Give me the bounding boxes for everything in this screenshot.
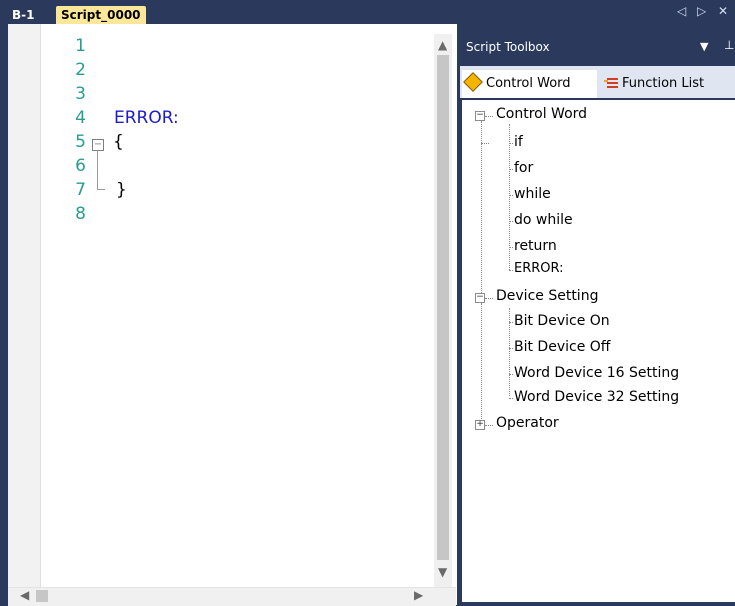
tree-connector — [485, 116, 493, 117]
toolbox-tree: − Control Word if for while do while ret… — [462, 100, 735, 602]
tree-node-word-device-16[interactable]: Word Device 16 Setting — [514, 365, 679, 381]
line-number: 3 — [75, 84, 86, 104]
line-number: 5 — [75, 132, 86, 152]
scroll-up-arrow-icon[interactable]: ▲ — [438, 38, 447, 52]
panel-title: Script Toolbox — [466, 40, 550, 54]
scroll-down-arrow-icon[interactable]: ▼ — [438, 565, 447, 579]
tree-node-return[interactable]: return — [514, 238, 557, 254]
tree-connector — [509, 348, 513, 349]
editor-gutter — [8, 24, 41, 587]
line-number: 2 — [75, 60, 86, 80]
fold-collapse-icon[interactable]: − — [92, 139, 104, 151]
editor-horizontal-scrollbar[interactable] — [8, 587, 456, 606]
tree-node-control-word[interactable]: Control Word — [496, 106, 587, 122]
error-label: ERROR: — [114, 108, 179, 128]
fold-guide-line — [97, 151, 98, 189]
tree-connector — [481, 303, 482, 423]
scroll-tabs-left-icon[interactable]: ◁ — [677, 4, 686, 18]
tab-function-list[interactable]: Function List — [602, 72, 734, 98]
tab-script-0000[interactable]: Script_0000 — [56, 6, 146, 24]
tree-node-do-while[interactable]: do while — [514, 212, 573, 228]
tree-connector — [509, 143, 513, 144]
function-list-icon — [604, 78, 618, 88]
tab-control-word-label: Control Word — [486, 76, 571, 91]
tree-node-bit-device-off[interactable]: Bit Device Off — [514, 339, 610, 355]
tree-connector — [509, 124, 510, 270]
tab-b1[interactable]: B-1 — [12, 6, 34, 24]
line-number: 6 — [75, 156, 86, 176]
tab-function-list-label: Function List — [622, 76, 705, 91]
tree-node-word-device-32[interactable]: Word Device 32 Setting — [514, 389, 679, 405]
collapse-device-setting-icon[interactable]: − — [475, 293, 485, 303]
tree-connector — [509, 221, 513, 222]
close-tab-icon[interactable]: ✕ — [718, 4, 728, 18]
tree-node-if[interactable]: if — [514, 134, 523, 150]
tree-connector — [509, 398, 513, 399]
tree-connector — [509, 169, 513, 170]
tree-connector — [509, 270, 513, 271]
pin-icon[interactable]: ⊥ — [724, 38, 734, 52]
scroll-right-arrow-icon[interactable]: ▶ — [414, 588, 423, 602]
line-number: 1 — [75, 36, 86, 56]
horizontal-scroll-thumb[interactable] — [36, 590, 48, 602]
tree-node-for[interactable]: for — [514, 160, 533, 176]
tree-connector — [481, 121, 482, 293]
line-number: 4 — [75, 108, 86, 128]
tree-node-while[interactable]: while — [514, 186, 551, 202]
fold-guide-end — [97, 189, 105, 190]
scroll-tabs-right-icon[interactable]: ▷ — [697, 4, 706, 18]
tab-control-word[interactable]: Control Word — [462, 70, 597, 98]
open-brace: { — [113, 132, 124, 152]
expand-operator-icon[interactable]: + — [475, 420, 485, 430]
tree-node-bit-device-on[interactable]: Bit Device On — [514, 313, 610, 329]
collapse-control-word-icon[interactable]: − — [475, 111, 485, 121]
tree-node-operator[interactable]: Operator — [496, 415, 559, 431]
line-number: 8 — [75, 204, 86, 224]
tree-connector — [509, 195, 513, 196]
tree-connector — [485, 425, 493, 426]
scroll-left-arrow-icon[interactable]: ◀ — [20, 588, 29, 602]
close-brace: } — [116, 180, 127, 200]
panel-dropdown-icon[interactable]: ▼ — [700, 40, 708, 53]
line-number: 7 — [75, 180, 86, 200]
tree-connector — [509, 374, 513, 375]
control-word-icon — [463, 72, 483, 92]
tree-connector — [481, 143, 489, 144]
tree-node-error[interactable]: ERROR: — [514, 261, 564, 276]
tree-connector — [509, 322, 513, 323]
tree-node-device-setting[interactable]: Device Setting — [496, 288, 598, 304]
tree-connector — [485, 298, 493, 299]
tree-connector — [509, 247, 513, 248]
vertical-scroll-thumb[interactable] — [437, 55, 449, 560]
